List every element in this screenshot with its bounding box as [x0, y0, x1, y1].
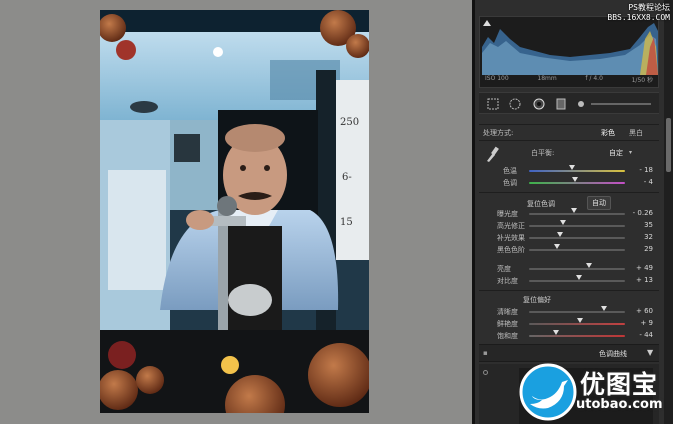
- exif-info: ISO 100 18mm f / 4.0 1/50 秒: [485, 75, 653, 84]
- auto-tone-button[interactable]: 自动: [587, 196, 611, 210]
- watermark-line-2: BBS.16XX8.COM: [607, 13, 670, 22]
- tool-strip: [479, 92, 659, 114]
- slider-thumb[interactable]: [553, 244, 560, 249]
- temp-thumb[interactable]: [569, 165, 576, 170]
- svg-text:15: 15: [340, 217, 353, 228]
- white-balance-preset[interactable]: 自定: [609, 148, 623, 158]
- histogram-graph: [482, 23, 658, 75]
- utobao-logo: 优图宝 utobao.com: [518, 362, 673, 424]
- target-adjust-icon[interactable]: [483, 370, 488, 375]
- tone-curve-label[interactable]: 色调曲线: [599, 349, 627, 359]
- temp-slider[interactable]: [529, 165, 625, 172]
- svg-text:250: 250: [340, 117, 359, 128]
- panel-toggle-icon[interactable]: ▪: [483, 349, 488, 357]
- slider-value[interactable]: - 44: [639, 331, 653, 339]
- forum-watermark: PS教程论坛 BBS.16XX8.COM: [598, 3, 670, 23]
- preset-dropdown-icon[interactable]: ▾: [629, 149, 632, 156]
- adjustment-slider[interactable]: [529, 208, 625, 215]
- spot-removal-icon[interactable]: [509, 98, 521, 110]
- slider-value[interactable]: + 13: [636, 276, 653, 284]
- logo-title: 优图宝: [580, 370, 659, 399]
- tone-curve-header[interactable]: ▪ 色调曲线 ▼: [479, 344, 659, 362]
- scrollbar-thumb[interactable]: [666, 118, 671, 172]
- separator: [479, 290, 659, 291]
- slider-label: 高光修正: [497, 222, 525, 230]
- slider-value[interactable]: - 0.26: [633, 209, 653, 217]
- slider-thumb[interactable]: [571, 208, 578, 213]
- white-balance-label: 白平衡:: [531, 149, 555, 157]
- slider-label: 清晰度: [497, 308, 518, 316]
- image-canvas[interactable]: 250 6- 15: [0, 0, 472, 424]
- photo[interactable]: 250 6- 15: [100, 10, 369, 413]
- collapse-triangle-icon[interactable]: ▼: [647, 348, 653, 357]
- treatment-color-option[interactable]: 彩色: [601, 128, 615, 138]
- tint-thumb[interactable]: [572, 177, 579, 182]
- aperture-readout: f / 4.0: [585, 75, 603, 82]
- logo-url: utobao.com: [576, 397, 663, 412]
- slider-label: 黑色色阶: [497, 246, 525, 254]
- adjustment-brush-icon[interactable]: [575, 98, 587, 110]
- crop-icon[interactable]: [487, 98, 499, 110]
- tint-label: 色调: [503, 179, 517, 187]
- watermark-line-1: PS教程论坛: [628, 3, 670, 12]
- slider-label: 鲜艳度: [497, 320, 518, 328]
- adjustment-slider[interactable]: [529, 318, 625, 325]
- separator: [479, 192, 659, 193]
- slider-label: 对比度: [497, 277, 518, 285]
- adjustment-slider[interactable]: [529, 330, 625, 337]
- bird-logo-icon: [519, 363, 577, 421]
- shutter-readout: 1/50 秒: [631, 77, 653, 84]
- treatment-label: 处理方式:: [483, 129, 514, 137]
- eyedropper-icon[interactable]: [485, 145, 499, 163]
- tone-reset-label[interactable]: 复位色调: [527, 199, 555, 209]
- treatment-bw-option[interactable]: 黑白: [629, 128, 643, 138]
- photo-illustration: 250 6- 15: [100, 10, 369, 413]
- histogram: ISO 100 18mm f / 4.0 1/50 秒: [479, 16, 659, 88]
- temp-label: 色温: [503, 167, 517, 175]
- svg-text:6-: 6-: [342, 172, 352, 183]
- separator: [479, 124, 659, 125]
- adjustment-slider[interactable]: [529, 232, 625, 239]
- slider-value[interactable]: + 9: [640, 319, 653, 327]
- adjustment-slider[interactable]: [529, 263, 625, 270]
- brush-size-slider[interactable]: [591, 103, 651, 105]
- iso-readout: ISO 100: [485, 75, 509, 82]
- develop-panel: ISO 100 18mm f / 4.0 1/50 秒 处理方式: 彩色 黑白 …: [475, 0, 673, 424]
- slider-thumb[interactable]: [552, 330, 559, 335]
- red-eye-icon[interactable]: [533, 98, 545, 110]
- adjustment-slider[interactable]: [529, 306, 625, 313]
- tint-value[interactable]: - 4: [644, 178, 653, 186]
- focal-length-readout: 18mm: [537, 75, 557, 82]
- adjustment-slider[interactable]: [529, 244, 625, 251]
- slider-thumb[interactable]: [600, 306, 607, 311]
- graduated-filter-icon[interactable]: [555, 98, 567, 110]
- slider-label: 饱和度: [497, 332, 518, 340]
- slider-label: 亮度: [497, 265, 511, 273]
- panel-scrollbar[interactable]: [664, 0, 673, 424]
- slider-value[interactable]: 35: [644, 221, 653, 229]
- slider-thumb[interactable]: [556, 232, 563, 237]
- presence-reset-label[interactable]: 复位偏好: [523, 295, 551, 305]
- tint-slider[interactable]: [529, 177, 625, 184]
- slider-label: 补光效果: [497, 234, 525, 242]
- adjustment-slider[interactable]: [529, 220, 625, 227]
- adjustment-slider[interactable]: [529, 275, 625, 282]
- slider-value[interactable]: 32: [644, 233, 653, 241]
- slider-value[interactable]: + 49: [636, 264, 653, 272]
- slider-label: 曝光度: [497, 210, 518, 218]
- slider-value[interactable]: 29: [644, 245, 653, 253]
- slider-thumb[interactable]: [575, 275, 582, 280]
- slider-thumb[interactable]: [559, 220, 566, 225]
- slider-thumb[interactable]: [585, 263, 592, 268]
- temp-value[interactable]: - 18: [639, 166, 653, 174]
- separator: [479, 140, 659, 141]
- slider-value[interactable]: + 60: [636, 307, 653, 315]
- slider-thumb[interactable]: [576, 318, 583, 323]
